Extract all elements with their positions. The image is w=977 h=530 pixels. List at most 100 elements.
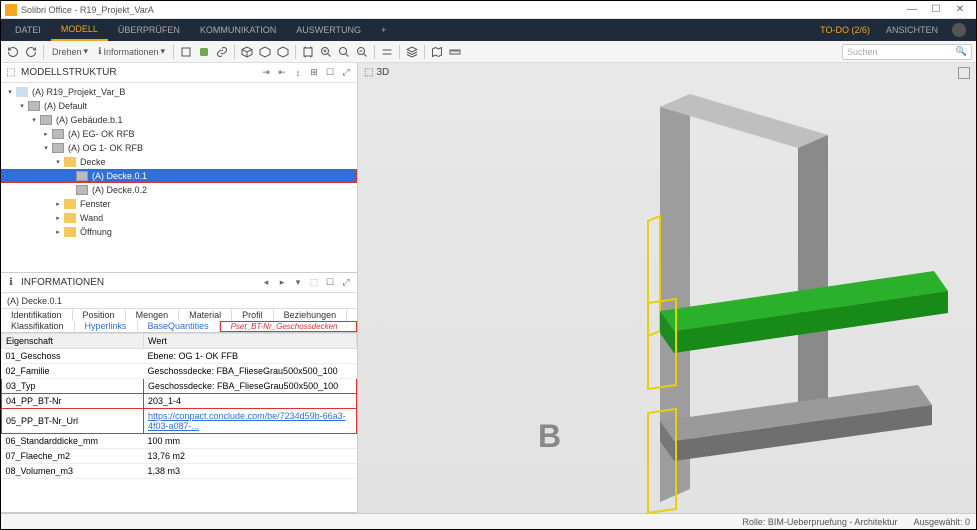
tree-toggle-icon[interactable]: ▾ [18, 102, 26, 110]
map-icon[interactable] [429, 44, 445, 60]
cube-icon[interactable] [239, 44, 255, 60]
tree-row[interactable]: ▸Fenster [1, 197, 357, 211]
search-input[interactable]: Suchen 🔍 [842, 44, 972, 60]
views-button[interactable]: ANSICHTEN [878, 25, 946, 35]
tree-node-label: (A) OG 1- OK RFB [66, 143, 143, 153]
link-icon[interactable] [214, 44, 230, 60]
tree-tool-5[interactable]: ☐ [323, 66, 337, 80]
info-tab[interactable]: Position [73, 309, 126, 321]
close-button[interactable]: ✕ [948, 3, 972, 17]
search-icon: 🔍 [956, 46, 967, 57]
tree-tool-2[interactable]: ⇤ [275, 66, 289, 80]
tree-row[interactable]: ▾(A) R19_Projekt_Var_B [1, 85, 357, 99]
section-icon[interactable] [379, 44, 395, 60]
layers-icon[interactable] [404, 44, 420, 60]
tree-panel-header: ⬚ MODELLSTRUKTUR ⇥ ⇤ ↕ ⊞ ☐ ⤢ [1, 63, 357, 83]
tree-node-icon [64, 157, 76, 167]
tree-tool-6[interactable]: ⤢ [339, 66, 353, 80]
info-tab[interactable]: Material [179, 309, 232, 321]
menu-check[interactable]: ÜBERPRÜFEN [108, 19, 190, 41]
tree-node-label: Öffnung [78, 227, 112, 237]
selection-icon[interactable] [196, 44, 212, 60]
menu-evaluation[interactable]: AUSWERTUNG [286, 19, 371, 41]
prop-name: 01_Geschoss [2, 349, 144, 364]
prop-name: 05_PP_BT-Nr_Url [2, 409, 144, 434]
toolbar: Drehen ▾ ℹ Informationen ▾ Suchen 🔍 [1, 41, 976, 63]
rotate-tool[interactable]: Drehen ▾ [48, 46, 92, 57]
tree-toggle-icon[interactable]: ▸ [54, 228, 62, 236]
viewport-maximize-icon[interactable] [958, 67, 970, 79]
tree-toggle-icon[interactable]: ▸ [42, 130, 50, 138]
tree-row[interactable]: ▾(A) Gebäude.b.1 [1, 113, 357, 127]
info-tool-b[interactable]: ☐ [323, 276, 337, 290]
minimize-button[interactable]: — [900, 3, 924, 17]
tree-tool-1[interactable]: ⇥ [259, 66, 273, 80]
tree-row[interactable]: ▾ (A) OG 1- OK RFB [1, 141, 357, 155]
model-tree[interactable]: ▾(A) R19_Projekt_Var_B▾(A) Default▾(A) G… [1, 83, 357, 272]
todo-count[interactable]: TO-DO (2/6) [812, 25, 878, 35]
tree-row[interactable]: ▸Wand [1, 211, 357, 225]
info-next[interactable]: ▸ [275, 276, 289, 290]
info-tab[interactable]: Beziehungen [274, 309, 348, 321]
property-row[interactable]: 03_TypGeschossdecke: FBA_FlieseGrau500x5… [2, 379, 357, 394]
tree-row[interactable]: (A) Decke.0.2 [1, 183, 357, 197]
info-tab[interactable]: Identifikation [1, 309, 73, 321]
menu-file[interactable]: DATEI [5, 19, 51, 41]
property-row[interactable]: 02_FamilieGeschossdecke: FBA_FlieseGrau5… [2, 364, 357, 379]
property-row[interactable]: 05_PP_BT-Nr_Urlhttps://conpact.conclude.… [2, 409, 357, 434]
info-tool-c[interactable]: ⤢ [339, 276, 353, 290]
tree-toggle-icon[interactable]: ▾ [42, 144, 50, 152]
property-row[interactable]: 04_PP_BT-Nr203_1-4 [2, 394, 357, 409]
info-dropdown[interactable]: ▾ [291, 276, 305, 290]
cube3-icon[interactable] [275, 44, 291, 60]
pset-banner[interactable]: Pset_BT-Nr_Geschossdecken [220, 321, 357, 333]
prop-value: 203_1-4 [144, 394, 357, 409]
info-tab[interactable]: Hyperlinks [75, 321, 138, 333]
col-value[interactable]: Wert [144, 334, 357, 349]
info-tool[interactable]: ℹ Informationen ▾ [94, 46, 169, 57]
3d-viewport[interactable]: ⬚ 3D B [358, 63, 976, 513]
tree-node-icon [40, 115, 52, 125]
tree-row[interactable]: ▸ Öffnung [1, 225, 357, 239]
tree-node-icon [76, 171, 88, 181]
zoom-out-icon[interactable] [354, 44, 370, 60]
info-tab[interactable]: Profil [232, 309, 274, 321]
tree-row[interactable]: ▾Decke [1, 155, 357, 169]
tree-toggle-icon[interactable]: ▾ [54, 158, 62, 166]
ruler-icon[interactable] [447, 44, 463, 60]
info-tab[interactable]: Mengen [126, 309, 180, 321]
cube2-icon[interactable] [257, 44, 273, 60]
zoom-in-icon[interactable] [318, 44, 334, 60]
home-extent-icon[interactable] [300, 44, 316, 60]
tree-toggle-icon[interactable]: ▾ [6, 88, 14, 96]
undo-icon[interactable] [5, 44, 21, 60]
user-avatar[interactable] [952, 23, 966, 37]
tree-tool-4[interactable]: ⊞ [307, 66, 321, 80]
tree-row[interactable]: (A) Decke.0.1 [1, 169, 357, 183]
col-property[interactable]: Eigenschaft [2, 334, 144, 349]
property-row[interactable]: 01_GeschossEbene: OG 1- OK FFB [2, 349, 357, 364]
menu-communication[interactable]: KOMMUNIKATION [190, 19, 286, 41]
zoom-select-icon[interactable] [336, 44, 352, 60]
info-prev[interactable]: ◂ [259, 276, 273, 290]
tree-toggle-icon[interactable]: ▾ [30, 116, 38, 124]
tree-row[interactable]: ▾(A) Default [1, 99, 357, 113]
tree-node-label: (A) Decke.0.2 [90, 185, 147, 195]
tree-row[interactable]: ▸(A) EG- OK RFB [1, 127, 357, 141]
info-tool-a[interactable]: ⬚ [307, 276, 321, 290]
property-row[interactable]: 07_Flaeche_m213,76 m2 [2, 449, 357, 464]
maximize-button[interactable]: ☐ [924, 3, 948, 17]
tool-icon[interactable] [178, 44, 194, 60]
tree-tool-3[interactable]: ↕ [291, 66, 305, 80]
property-row[interactable]: 08_Volumen_m31,38 m3 [2, 464, 357, 479]
redo-icon[interactable] [23, 44, 39, 60]
menu-model[interactable]: MODELL [51, 19, 108, 41]
tree-node-icon [64, 213, 76, 223]
app-logo [5, 4, 17, 16]
info-tab[interactable]: BaseQuantities [138, 321, 220, 333]
tree-toggle-icon[interactable]: ▸ [54, 214, 62, 222]
info-tab[interactable]: Klassifikation [1, 321, 75, 333]
tree-toggle-icon[interactable]: ▸ [54, 200, 62, 208]
property-row[interactable]: 06_Standarddicke_mm100 mm [2, 434, 357, 449]
menu-plus[interactable]: + [371, 19, 396, 41]
